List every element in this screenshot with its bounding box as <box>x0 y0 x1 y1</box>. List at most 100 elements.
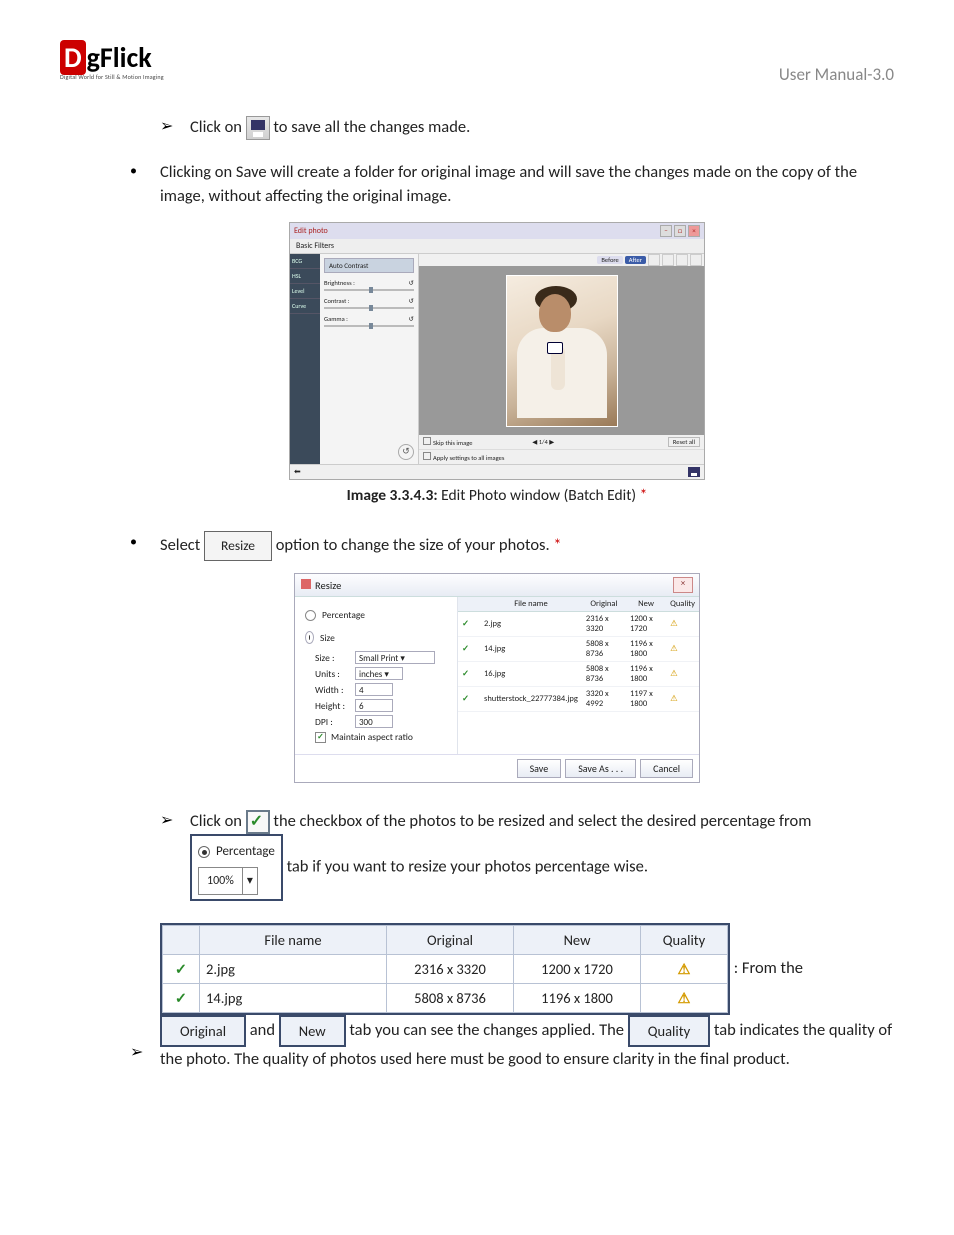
before-toggle[interactable]: Before <box>597 256 622 264</box>
resize-button-inline: Resize <box>204 531 272 561</box>
side-tab-level[interactable]: Level <box>290 284 320 299</box>
table-row: ✓2.jpg2316 x 33201200 x 1720⚠ <box>163 955 728 984</box>
new-column-snippet: New <box>279 1015 346 1047</box>
radio-percentage[interactable]: Percentage <box>305 609 447 621</box>
side-tab-bcg[interactable]: BCG <box>290 254 320 269</box>
apply-all-checkbox[interactable] <box>423 452 431 460</box>
table-row[interactable]: ✓shutterstock_22777384.jpg3320 x 4992119… <box>458 687 699 712</box>
dpi-input[interactable]: 300 <box>355 715 393 728</box>
save-as-button[interactable]: Save As . . . <box>565 759 636 778</box>
slider-contrast[interactable]: Contrast :↺ <box>324 297 414 309</box>
caption-edit-photo: Image 3.3.4.3: Edit Photo window (Batch … <box>100 486 894 505</box>
col-new: New <box>626 597 666 612</box>
skip-label: Skip this image <box>433 439 472 447</box>
step-table-review: ➢ File name Original New Quality ✓2.jpg2… <box>130 923 894 1071</box>
step-click-save: ➢ Click on to save all the changes made. <box>160 115 894 140</box>
page-header: DgFlick Digital World for Still & Motion… <box>60 40 894 85</box>
skip-checkbox[interactable] <box>423 437 431 445</box>
fit-icon[interactable] <box>676 254 688 266</box>
slider-gamma[interactable]: Gamma :↺ <box>324 315 414 327</box>
col-original: Original <box>582 597 626 612</box>
col-filename: File name <box>480 597 582 612</box>
col-original: Original <box>387 926 514 955</box>
table-snippet: File name Original New Quality ✓2.jpg231… <box>160 923 730 1015</box>
text: Click on <box>190 117 246 137</box>
text: Clicking on Save will create a folder fo… <box>160 160 894 208</box>
text: to save all the changes made. <box>273 117 470 137</box>
controls-panel: Auto Contrast Brightness :↺ Contrast :↺ … <box>320 254 419 464</box>
minimize-button[interactable]: – <box>660 225 672 237</box>
zoom-out-icon[interactable] <box>662 254 674 266</box>
preview-photo <box>506 275 618 427</box>
side-tab-curve[interactable]: Curve <box>290 299 320 314</box>
text: and <box>250 1020 279 1040</box>
side-tabs: BCG HSL Level Curve <box>290 254 320 464</box>
text: tab if you want to resize your photos pe… <box>287 857 648 877</box>
col-filename: File name <box>200 926 387 955</box>
resize-dialog: Resize × Percentage Size Size :Small Pri… <box>294 573 700 783</box>
aspect-checkbox[interactable]: ✓Maintain aspect ratio <box>315 731 447 743</box>
after-toggle[interactable]: After <box>625 256 646 264</box>
close-button[interactable]: × <box>688 225 700 237</box>
back-icon[interactable]: ⬅ <box>294 467 301 477</box>
col-quality: Quality <box>641 926 728 955</box>
text: Select <box>160 535 204 555</box>
step-select-resize: • Select Resize option to change the siz… <box>130 531 894 561</box>
file-table: File name Original New Quality ✓2.jpg231… <box>458 597 699 712</box>
bullet-icon: • <box>130 531 144 553</box>
save-icon[interactable] <box>688 467 700 477</box>
checkbox-icon <box>246 810 270 834</box>
width-input[interactable]: 4 <box>355 683 393 696</box>
logo-tagline: Digital World for Still & Motion Imaging <box>60 73 164 81</box>
accordion-auto-contrast[interactable]: Auto Contrast <box>324 258 414 273</box>
chevron-icon: ➢ <box>130 1041 144 1065</box>
close-button[interactable]: × <box>673 577 693 593</box>
percentage-tab-snippet: Percentage 100%▾ <box>190 834 283 901</box>
window-title: Edit photo <box>294 226 328 236</box>
pager[interactable]: ◀ 1/4 ▶ <box>532 438 554 446</box>
text: the checkbox of the photos to be resized… <box>273 811 811 831</box>
dialog-titlebar: Resize × <box>295 574 699 597</box>
text: Click on <box>190 811 246 831</box>
cancel-button[interactable]: Cancel <box>640 759 693 778</box>
table-row: ✓14.jpg5808 x 87361196 x 1800⚠ <box>163 984 728 1013</box>
dialog-title: Resize <box>315 579 341 592</box>
height-input[interactable]: 6 <box>355 699 393 712</box>
size-select[interactable]: Small Print ▾ <box>355 651 435 664</box>
text: option to change the size of your photos… <box>276 535 554 555</box>
save-button[interactable]: Save <box>517 759 562 778</box>
manual-version: User Manual-3.0 <box>779 64 894 85</box>
apply-all-label: Apply settings to all images <box>433 454 504 462</box>
bullet-icon: • <box>130 160 144 182</box>
zoom-in-icon[interactable] <box>648 254 660 266</box>
slider-brightness[interactable]: Brightness :↺ <box>324 279 414 291</box>
table-row[interactable]: ✓14.jpg5808 x 87361196 x 1800⚠ <box>458 637 699 662</box>
tab-basic-filters[interactable]: Basic Filters <box>290 239 340 253</box>
text: tab you can see the changes applied. The <box>349 1020 627 1040</box>
units-select[interactable]: inches ▾ <box>355 667 403 680</box>
percentage-combo[interactable]: 100%▾ <box>198 867 258 895</box>
logo-main: DgFlick <box>60 40 152 75</box>
preview-pane: Before After Skip this image <box>419 254 704 464</box>
save-icon <box>246 116 270 140</box>
text: : From the <box>734 958 803 978</box>
table-row[interactable]: ✓2.jpg2316 x 33201200 x 1720⚠ <box>458 612 699 637</box>
original-column-snippet: Original <box>160 1015 246 1047</box>
window-titlebar: Edit photo – □ × <box>290 223 704 239</box>
side-tab-hsl[interactable]: HSL <box>290 269 320 284</box>
table-row[interactable]: ✓16.jpg5808 x 87361196 x 1800⚠ <box>458 662 699 687</box>
reset-icon[interactable]: ↺ <box>398 444 414 460</box>
col-quality: Quality <box>666 597 699 612</box>
reset-all-button[interactable]: Reset all <box>668 437 700 447</box>
chevron-icon: ➢ <box>160 115 174 139</box>
col-new: New <box>514 926 641 955</box>
note-save-folder: • Clicking on Save will create a folder … <box>130 160 894 208</box>
resize-options: Percentage Size Size :Small Print ▾ Unit… <box>295 597 457 754</box>
fullscreen-icon[interactable] <box>690 254 702 266</box>
logo: DgFlick Digital World for Still & Motion… <box>60 40 164 81</box>
maximize-button[interactable]: □ <box>674 225 686 237</box>
edit-photo-window: Edit photo – □ × Basic Filters BCG HSL L… <box>289 222 705 480</box>
chevron-icon: ➢ <box>160 809 174 833</box>
quality-column-snippet: Quality <box>628 1015 710 1047</box>
radio-size[interactable]: Size <box>305 631 447 644</box>
